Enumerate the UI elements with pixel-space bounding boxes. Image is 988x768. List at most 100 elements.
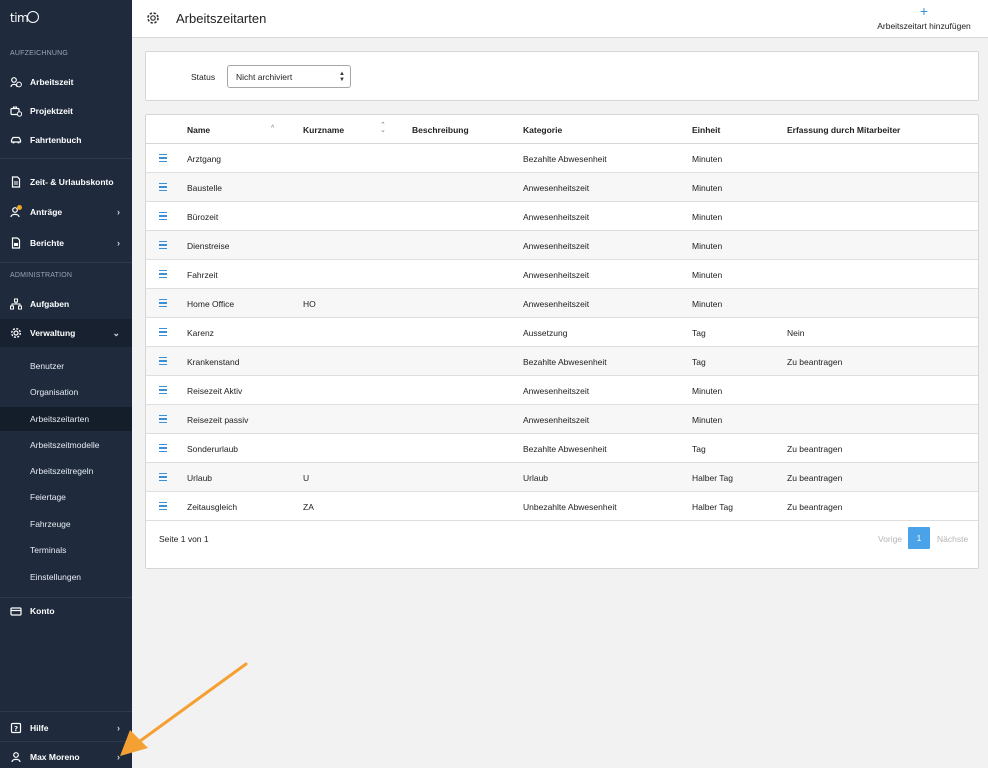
drag-menu-icon[interactable] xyxy=(159,502,167,510)
table-row[interactable]: Karenz Aussetzung Tag Nein xyxy=(146,318,978,347)
table-row[interactable]: Urlaub U Urlaub Halber Tag Zu beantragen xyxy=(146,463,978,492)
table-row[interactable]: Bürozeit Anwesenheitszeit Minuten xyxy=(146,202,978,231)
table-header: Name ^ Kurzname ⌃ ⌄ Beschreibung Kategori… xyxy=(146,115,978,144)
sidebar-item-projektzeit[interactable]: Projektzeit xyxy=(0,97,132,125)
gear-icon xyxy=(10,327,22,339)
document-icon xyxy=(10,176,22,188)
cell-einheit: Minuten xyxy=(692,415,723,425)
sidebar-subitem-arbeitszeitarten[interactable]: Arbeitszeitarten xyxy=(0,407,132,431)
logo-text: tim xyxy=(10,11,29,25)
report-icon xyxy=(10,237,22,249)
drag-menu-icon[interactable] xyxy=(159,357,167,365)
table-row[interactable]: Sonderurlaub Bezahlte Abwesenheit Tag Zu be… xyxy=(146,434,978,463)
top-header: Arbeitszeitarten + Arbeitszeitart hinzuf… xyxy=(132,0,988,38)
cell-einheit: Minuten xyxy=(692,241,723,251)
sidebar-item-aufgaben[interactable]: Aufgaben xyxy=(0,290,132,318)
table-row[interactable]: Baustelle Anwesenheitszeit Minuten xyxy=(146,173,978,202)
cell-einheit: Halber Tag xyxy=(692,502,733,512)
sidebar-item-label: Projektzeit xyxy=(30,106,73,116)
user-icon xyxy=(10,751,22,763)
pagination-prev[interactable]: Vorige xyxy=(878,534,902,544)
drag-menu-icon[interactable] xyxy=(159,270,167,278)
cell-name: Reisezeit passiv xyxy=(187,415,249,425)
sidebar-item-label: Max Moreno xyxy=(30,752,80,762)
table-row[interactable]: Dienstreise Anwesenheitszeit Minuten xyxy=(146,231,978,260)
cell-name: Bürozeit xyxy=(187,212,219,222)
pagination-page-1[interactable]: 1 xyxy=(908,527,930,549)
cell-erfassung: Nein xyxy=(787,328,805,338)
timr-logo[interactable]: tim xyxy=(10,11,39,29)
table-row[interactable]: Reisezeit Aktiv Anwesenheitszeit Minuten xyxy=(146,376,978,405)
drag-menu-icon[interactable] xyxy=(159,444,167,452)
drag-menu-icon[interactable] xyxy=(159,212,167,220)
sidebar-divider xyxy=(0,158,132,159)
add-work-type-button[interactable]: + Arbeitszeitart hinzufügen xyxy=(876,4,972,34)
cell-name: Sonderurlaub xyxy=(187,444,239,454)
gear-icon xyxy=(146,11,160,25)
table-row[interactable]: Krankenstand Bezahlte Abwesenheit Tag Zu be… xyxy=(146,347,978,376)
sidebar-item-zeitkonto[interactable]: Zeit- & Urlaubskonto xyxy=(0,168,132,196)
status-select[interactable]: Nicht archiviert ▲ ▼ xyxy=(227,65,351,88)
sidebar-subitem-organisation[interactable]: Organisation xyxy=(0,380,132,404)
work-types-table: Name ^ Kurzname ⌃ ⌄ Beschreibung Kategori… xyxy=(145,114,979,569)
sidebar: tim AUFZEICHNUNG Arbeitszeit Projektzeit… xyxy=(0,0,132,768)
cell-einheit: Tag xyxy=(692,328,706,338)
cell-name: Baustelle xyxy=(187,183,222,193)
notification-dot xyxy=(17,205,22,210)
drag-menu-icon[interactable] xyxy=(159,328,167,336)
sidebar-subitem-einstellungen[interactable]: Einstellungen xyxy=(0,565,132,589)
cell-name: Zeitausgleich xyxy=(187,502,238,512)
sidebar-item-arbeitszeit[interactable]: Arbeitszeit xyxy=(0,68,132,96)
pagination-next[interactable]: Nächste xyxy=(937,534,968,544)
column-header-kurzname[interactable]: Kurzname xyxy=(303,125,344,135)
sidebar-item-label: Konto xyxy=(30,606,55,616)
sort-both-icon[interactable]: ⌃ ⌄ xyxy=(380,122,386,134)
plus-icon: + xyxy=(919,3,929,19)
cell-einheit: Minuten xyxy=(692,183,723,193)
cell-name: Reisezeit Aktiv xyxy=(187,386,243,396)
drag-menu-icon[interactable] xyxy=(159,154,167,162)
hierarchy-icon xyxy=(10,298,22,310)
cell-erfassung: Zu beantragen xyxy=(787,444,843,454)
cell-einheit: Minuten xyxy=(692,386,723,396)
table-row[interactable]: Zeitausgleich ZA Unbezahlte Abwesenheit Hal… xyxy=(146,492,978,521)
sidebar-subitem-fahrzeuge[interactable]: Fahrzeuge xyxy=(0,512,132,536)
drag-menu-icon[interactable] xyxy=(159,241,167,249)
table-row[interactable]: Reisezeit passiv Anwesenheitszeit Minuten xyxy=(146,405,978,434)
cell-kategorie: Anwesenheitszeit xyxy=(523,386,590,396)
status-label: Status xyxy=(191,72,216,82)
column-header-name[interactable]: Name xyxy=(187,125,210,135)
sidebar-item-berichte[interactable]: Berichte › xyxy=(0,229,132,257)
drag-menu-icon[interactable] xyxy=(159,183,167,191)
sort-ascending-icon[interactable]: ^ xyxy=(271,125,274,132)
sidebar-subitem-arbeitszeitregeln[interactable]: Arbeitszeitregeln xyxy=(0,459,132,483)
sidebar-item-antraege[interactable]: Anträge › xyxy=(0,198,132,226)
sidebar-item-label: Aufgaben xyxy=(30,299,70,309)
table-row[interactable]: Fahrzeit Anwesenheitszeit Minuten xyxy=(146,260,978,289)
sidebar-item-label: Verwaltung xyxy=(30,328,76,338)
drag-menu-icon[interactable] xyxy=(159,473,167,481)
table-row[interactable]: Arztgang Bezahlte Abwesenheit Minuten xyxy=(146,144,978,173)
cell-kategorie: Anwesenheitszeit xyxy=(523,270,590,280)
clock-user-icon xyxy=(10,76,22,88)
drag-menu-icon[interactable] xyxy=(159,299,167,307)
cell-einheit: Minuten xyxy=(692,154,723,164)
sidebar-subitem-arbeitszeitmodelle[interactable]: Arbeitszeitmodelle xyxy=(0,433,132,457)
logo-ring xyxy=(27,11,39,23)
cell-name: Arztgang xyxy=(187,154,222,164)
table-row[interactable]: Home Office HO Anwesenheitszeit Minuten xyxy=(146,289,978,318)
sidebar-subitem-terminals[interactable]: Terminals xyxy=(0,538,132,562)
drag-menu-icon[interactable] xyxy=(159,415,167,423)
cell-name: Krankenstand xyxy=(187,357,240,367)
sidebar-subitem-feiertage[interactable]: Feiertage xyxy=(0,485,132,509)
sidebar-item-konto[interactable]: Konto xyxy=(0,597,132,625)
help-icon: ? xyxy=(10,722,22,734)
sidebar-item-verwaltung[interactable]: Verwaltung ⌄ xyxy=(0,319,132,347)
sidebar-subitem-benutzer[interactable]: Benutzer xyxy=(0,354,132,378)
sidebar-item-fahrtenbuch[interactable]: Fahrtenbuch xyxy=(0,126,132,154)
sidebar-item-label: Arbeitszeit xyxy=(30,77,74,87)
cell-kategorie: Urlaub xyxy=(523,473,549,483)
cell-einheit: Halber Tag xyxy=(692,473,733,483)
drag-menu-icon[interactable] xyxy=(159,386,167,394)
cell-einheit: Minuten xyxy=(692,270,723,280)
